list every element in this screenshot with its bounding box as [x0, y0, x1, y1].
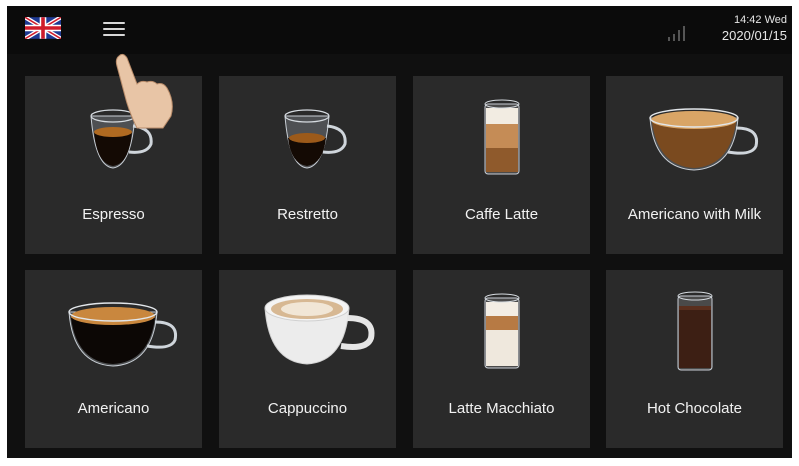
drink-tile-cappuccino[interactable]: Cappuccino	[219, 270, 396, 448]
drink-label: Espresso	[82, 206, 145, 223]
clock-date: 2020/01/15	[721, 28, 787, 43]
cappuccino-cup-icon	[264, 294, 375, 365]
latte-macchiato-glass-icon	[484, 293, 520, 369]
drink-tile-restretto[interactable]: Restretto	[219, 76, 396, 254]
uk-flag-icon[interactable]	[25, 17, 61, 39]
clock-time: 14:42 Wed	[733, 14, 787, 26]
drink-tile-americano[interactable]: Americano	[25, 270, 202, 448]
caffe-latte-glass-icon	[484, 99, 520, 175]
coffee-machine-screen: 14:42 Wed 2020/01/15 Espresso Restretto	[7, 6, 792, 458]
drink-tile-hot-chocolate[interactable]: Hot Chocolate	[606, 270, 783, 448]
drink-tile-americano-with-milk[interactable]: Americano with Milk	[606, 76, 783, 254]
top-bar: 14:42 Wed 2020/01/15	[7, 6, 792, 54]
drink-label: Latte Macchiato	[448, 400, 555, 417]
drink-label: Cappuccino	[267, 400, 348, 417]
drink-label: Americano with Milk	[627, 206, 762, 223]
hamburger-menu-icon[interactable]	[101, 18, 127, 40]
americano-cup-icon	[68, 302, 178, 367]
status-clock: 14:42 Wed 2020/01/15	[705, 13, 787, 45]
pointing-hand-icon	[115, 53, 173, 129]
hot-chocolate-glass-icon	[677, 291, 713, 371]
drink-label: Restretto	[277, 206, 338, 223]
drink-label: Americano	[77, 400, 150, 417]
signal-strength-icon	[668, 26, 685, 41]
drink-label: Hot Chocolate	[646, 400, 743, 417]
drink-label: Caffe Latte	[464, 206, 539, 223]
drink-tile-caffe-latte[interactable]: Caffe Latte	[413, 76, 590, 254]
americano-with-milk-cup-icon	[649, 108, 759, 171]
ristretto-cup-icon	[284, 109, 347, 169]
drink-tile-latte-macchiato[interactable]: Latte Macchiato	[413, 270, 590, 448]
